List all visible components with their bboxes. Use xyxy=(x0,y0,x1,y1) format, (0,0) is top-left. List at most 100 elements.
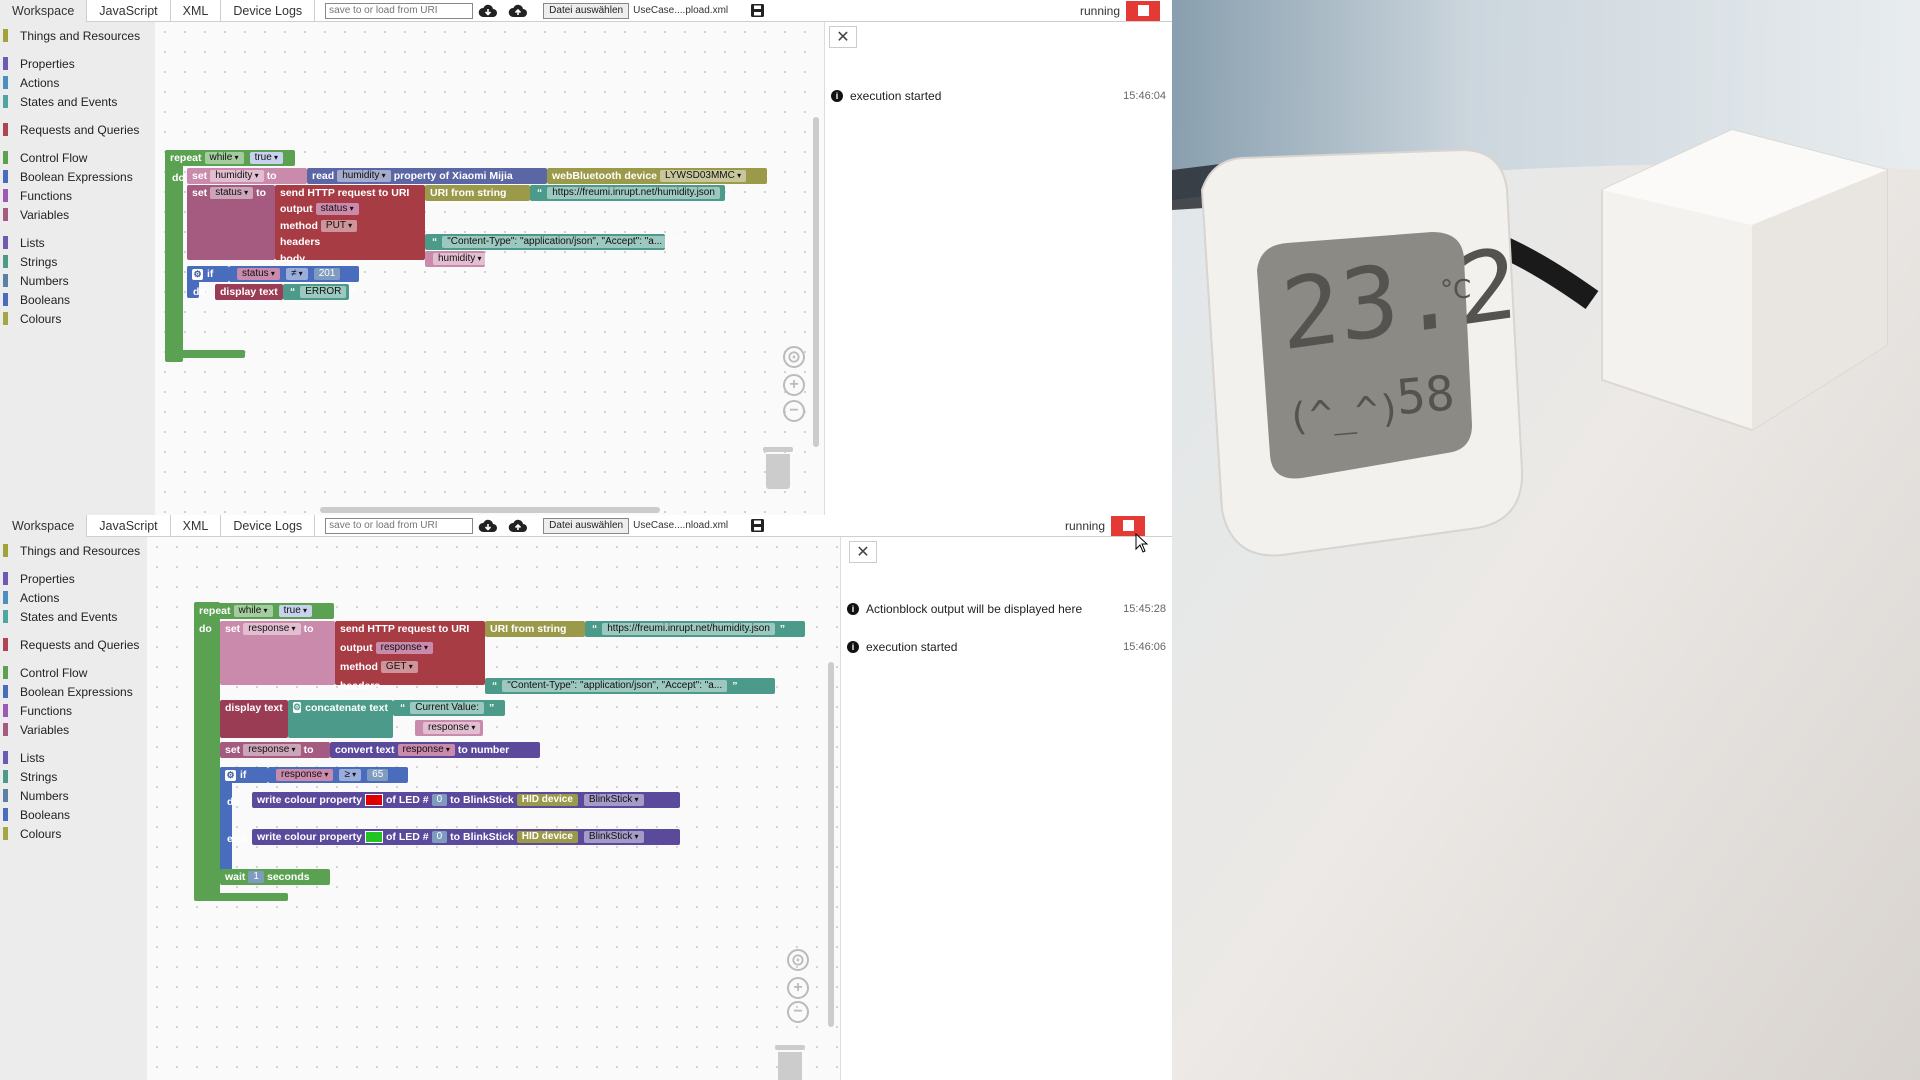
tab-device-logs[interactable]: Device Logs xyxy=(221,0,316,22)
category-lists[interactable]: Lists xyxy=(0,233,155,252)
zoom-in-icon[interactable]: + xyxy=(783,374,805,396)
category-functions[interactable]: Functions xyxy=(0,186,155,205)
set-response-block[interactable]: set response to xyxy=(220,621,335,685)
read-property-block[interactable]: read humidity property of Xiaomi Mijia xyxy=(307,168,547,184)
cmp-var-dropdown[interactable]: response xyxy=(276,769,334,781)
cloud-upload-icon[interactable] xyxy=(503,515,533,537)
display-text-block[interactable]: display text xyxy=(220,700,288,738)
category-properties[interactable]: Properties xyxy=(0,569,147,588)
zoom-out-icon[interactable]: − xyxy=(783,400,805,422)
category-boolean[interactable]: Boolean Expressions xyxy=(0,682,147,701)
output-var-dropdown[interactable]: response xyxy=(375,642,434,654)
var-status-dropdown[interactable]: status xyxy=(210,187,254,199)
headers-string-block[interactable]: “"Content-Type": "application/json", "Ac… xyxy=(425,234,677,250)
choose-file-button[interactable]: Datei auswählen xyxy=(543,517,630,534)
trash-icon[interactable] xyxy=(775,1045,805,1080)
category-boolean[interactable]: Boolean Expressions xyxy=(0,167,155,186)
body-var-block[interactable]: humidity xyxy=(425,251,487,267)
tab-javascript[interactable]: JavaScript xyxy=(87,515,171,537)
cloud-upload-icon[interactable] xyxy=(503,0,533,22)
cloud-download-icon[interactable] xyxy=(473,0,503,22)
headers-text[interactable]: "Content-Type": "application/json", "Acc… xyxy=(442,236,668,248)
var-response-dropdown[interactable]: response xyxy=(243,744,301,756)
webbluetooth-device-block[interactable]: webBluetooth device LYWSD03MMC xyxy=(547,168,767,184)
write-colour-block-green[interactable]: write colour property of LED # 0 to Blin… xyxy=(252,829,680,845)
compare-block[interactable]: status ≠ 201 xyxy=(229,266,359,282)
method-dropdown[interactable]: GET xyxy=(380,661,418,673)
close-icon[interactable]: ✕ xyxy=(849,541,877,563)
current-value-text[interactable]: Current Value: xyxy=(410,702,484,714)
tab-xml[interactable]: XML xyxy=(171,0,222,22)
tab-xml[interactable]: XML xyxy=(171,515,222,537)
while-dropdown[interactable]: while xyxy=(233,605,273,617)
category-colours[interactable]: Colours xyxy=(0,824,147,843)
category-colours[interactable]: Colours xyxy=(0,309,155,328)
category-variables[interactable]: Variables xyxy=(0,720,147,739)
led-number[interactable]: 0 xyxy=(431,794,448,806)
repeat-block[interactable]: repeat while true xyxy=(194,603,334,619)
tab-device-logs[interactable]: Device Logs xyxy=(221,515,316,537)
zoom-in-icon[interactable]: + xyxy=(787,977,809,999)
category-things[interactable]: Things and Resources xyxy=(0,26,155,45)
stop-button[interactable] xyxy=(1126,0,1160,21)
recenter-icon[interactable]: ⊙ xyxy=(787,949,809,971)
category-numbers[interactable]: Numbers xyxy=(0,271,155,290)
blockly-workspace[interactable]: repeat while true do set response to sen… xyxy=(147,537,840,1080)
category-numbers[interactable]: Numbers xyxy=(0,786,147,805)
vertical-scrollbar[interactable] xyxy=(813,117,819,447)
save-icon[interactable] xyxy=(742,515,772,537)
tab-workspace[interactable]: Workspace xyxy=(0,515,88,537)
error-string-block[interactable]: “ERROR” xyxy=(283,284,357,300)
var-humidity-dropdown[interactable]: humidity xyxy=(210,170,264,182)
url-string-block[interactable]: “https://freumi.inrupt.net/humidity.json… xyxy=(585,621,805,637)
if-block[interactable]: ⚙ if xyxy=(187,266,229,282)
url-text[interactable]: https://freumi.inrupt.net/humidity.json xyxy=(602,623,775,635)
colour-swatch-red[interactable] xyxy=(365,794,384,806)
category-control-flow[interactable]: Control Flow xyxy=(0,148,155,167)
current-value-string-block[interactable]: “Current Value: ” xyxy=(393,700,505,716)
trash-icon[interactable] xyxy=(763,447,793,489)
cmp-number[interactable]: 201 xyxy=(313,268,341,280)
method-dropdown[interactable]: PUT xyxy=(320,220,358,232)
cloud-download-icon[interactable] xyxy=(473,515,503,537)
uri-input[interactable] xyxy=(325,517,474,534)
wait-number[interactable]: 1 xyxy=(248,871,264,883)
category-strings[interactable]: Strings xyxy=(0,252,155,271)
true-dropdown[interactable]: true xyxy=(278,605,313,617)
category-states[interactable]: States and Events xyxy=(0,607,147,626)
category-booleans[interactable]: Booleans xyxy=(0,290,155,309)
headers-text[interactable]: "Content-Type": "application/json", "Acc… xyxy=(502,680,728,692)
category-things[interactable]: Things and Resources xyxy=(0,541,147,560)
category-functions[interactable]: Functions xyxy=(0,701,147,720)
tab-workspace[interactable]: Workspace xyxy=(0,0,88,22)
set-response-convert-block[interactable]: set response to xyxy=(220,742,330,758)
horizontal-scrollbar[interactable] xyxy=(320,507,660,513)
wait-block[interactable]: wait 1 seconds xyxy=(220,869,330,885)
choose-file-button[interactable]: Datei auswählen xyxy=(543,2,630,19)
url-text[interactable]: https://freumi.inrupt.net/humidity.json xyxy=(547,187,720,199)
zoom-out-icon[interactable]: − xyxy=(787,1001,809,1023)
blinkstick-dropdown[interactable]: BlinkStick xyxy=(583,831,644,843)
repeat-block[interactable]: repeat while true xyxy=(165,150,295,166)
headers-string-block[interactable]: “"Content-Type": "application/json", "Ac… xyxy=(485,678,775,694)
uri-input[interactable] xyxy=(325,2,474,19)
var-response-dropdown[interactable]: response xyxy=(243,623,301,635)
category-strings[interactable]: Strings xyxy=(0,767,147,786)
concat-var-dropdown[interactable]: response xyxy=(423,722,481,734)
uri-from-string-block[interactable]: URI from string xyxy=(485,621,585,637)
convert-text-block[interactable]: convert text response to number xyxy=(330,742,540,758)
close-icon[interactable]: ✕ xyxy=(829,26,857,48)
body-var-dropdown[interactable]: humidity xyxy=(433,253,487,265)
category-actions[interactable]: Actions xyxy=(0,588,147,607)
set-humidity-block[interactable]: set humidity to xyxy=(187,168,307,184)
url-string-block[interactable]: “https://freumi.inrupt.net/humidity.json… xyxy=(530,185,730,201)
output-var-dropdown[interactable]: status xyxy=(315,203,359,215)
error-text[interactable]: ERROR xyxy=(300,286,347,298)
category-actions[interactable]: Actions xyxy=(0,73,155,92)
cmp-op-dropdown[interactable]: ≠ xyxy=(285,268,308,280)
write-colour-block-red[interactable]: write colour property of LED # 0 to Blin… xyxy=(252,792,680,808)
gear-icon[interactable]: ⚙ xyxy=(192,268,203,280)
recenter-icon[interactable]: ⊙ xyxy=(783,346,805,368)
category-states[interactable]: States and Events xyxy=(0,92,155,111)
colour-swatch-green[interactable] xyxy=(365,831,384,843)
